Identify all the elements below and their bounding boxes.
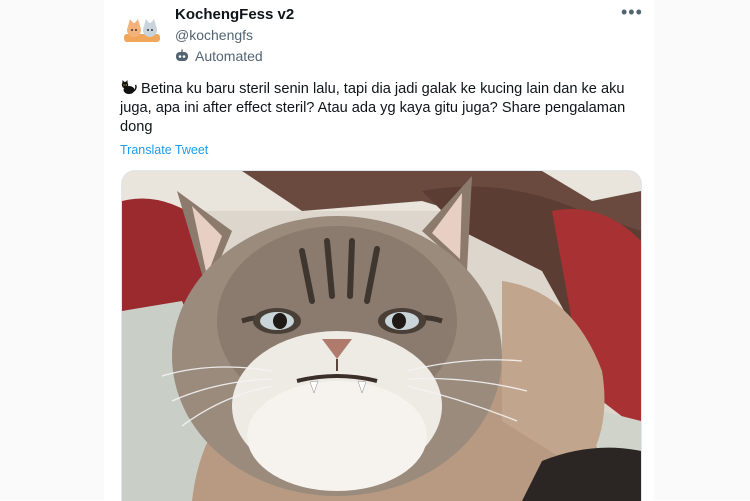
tweet-card[interactable]: KochengFess v2 @kochengfs Automated ••• … <box>104 0 654 501</box>
robot-icon <box>176 49 188 61</box>
page-gutter-left <box>0 0 105 500</box>
tweet-image[interactable] <box>121 170 642 501</box>
automated-badge: Automated <box>175 48 263 64</box>
automated-label: Automated <box>195 48 263 64</box>
translate-tweet-link[interactable]: Translate Tweet <box>120 143 208 157</box>
display-name[interactable]: KochengFess v2 <box>175 6 294 23</box>
user-handle[interactable]: @kochengfs <box>175 27 253 43</box>
cat-logo-icon <box>124 19 160 42</box>
more-options-icon[interactable]: ••• <box>621 2 643 23</box>
tweet-body: Betina ku baru steril senin lalu, tapi d… <box>120 81 626 135</box>
cat-photo <box>122 171 641 501</box>
avatar[interactable] <box>120 10 164 54</box>
page-gutter-right <box>653 0 750 500</box>
tweet-text: Betina ku baru steril senin lalu, tapi d… <box>120 80 635 137</box>
black-cat-icon <box>121 80 137 94</box>
